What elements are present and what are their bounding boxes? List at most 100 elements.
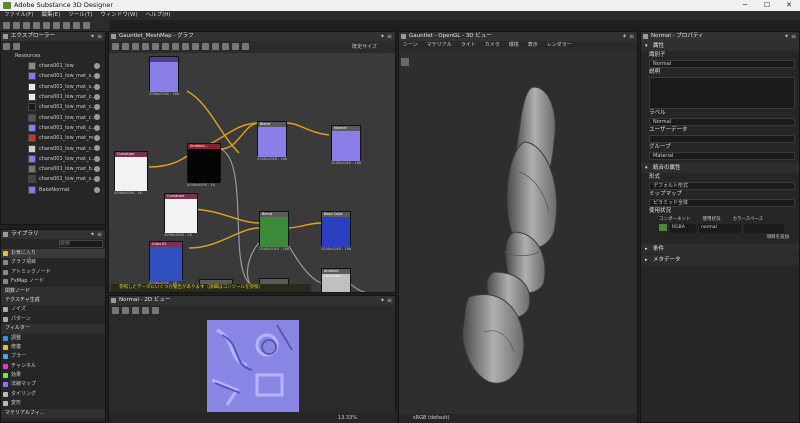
attributes-section[interactable]: ▾ 属性 [641, 41, 799, 51]
tool-icon[interactable] [172, 43, 179, 50]
info-icon[interactable] [94, 155, 100, 162]
info-icon[interactable] [94, 186, 100, 193]
menu-tools[interactable]: ツール(T) [68, 11, 92, 20]
tool-icon[interactable] [202, 43, 209, 50]
explorer-item[interactable]: BakeNormal [1, 185, 105, 195]
library-favorites[interactable]: お気に入り [1, 249, 105, 259]
bundle-section[interactable]: ▾ 統合の属性 [641, 163, 799, 173]
redo-icon[interactable] [83, 22, 90, 29]
library-item[interactable]: 修復 [1, 343, 105, 352]
maximize-button[interactable]: ☐ [756, 0, 778, 11]
info-icon[interactable] [94, 165, 100, 172]
graph-node[interactable]: Blend [257, 121, 287, 157]
tool-icon[interactable] [222, 43, 229, 50]
view3d-tab[interactable]: カメラ [485, 41, 500, 50]
explorer-item[interactable]: chara001_low_mat_c... [1, 92, 105, 102]
label-field[interactable]: Normal [649, 118, 795, 126]
save-icon[interactable] [33, 22, 40, 29]
graph-node[interactable]: Curvature [164, 193, 198, 233]
tool-icon[interactable] [122, 43, 129, 50]
close-button[interactable]: ✕ [778, 0, 800, 11]
library-item[interactable]: グラフ項目 [1, 258, 105, 267]
explorer-item[interactable]: chara001_low_mat_c... [1, 154, 105, 164]
usage-select[interactable]: normal [699, 224, 741, 233]
library-item[interactable]: 法線マップ [1, 380, 105, 389]
view-tool-icon[interactable] [122, 307, 129, 314]
tool-icon[interactable] [152, 43, 159, 50]
info-icon[interactable] [94, 73, 100, 80]
library-item[interactable]: 調整 [1, 334, 105, 343]
graph-node[interactable]: Base Color [321, 211, 351, 247]
minimize-button[interactable]: ─ [734, 0, 756, 11]
new-icon[interactable] [13, 43, 20, 50]
save-all-icon[interactable] [43, 22, 50, 29]
undo-icon[interactable] [73, 22, 80, 29]
view3d-tab[interactable]: ライト [461, 41, 476, 50]
view-tool-icon[interactable] [142, 307, 149, 314]
explorer-item[interactable]: chara001_low_mat_c... [1, 112, 105, 122]
format-select[interactable]: デフォルト形式 [649, 182, 795, 190]
panel-options-icon[interactable]: ✦ ≡ [784, 32, 796, 41]
tool-icon[interactable] [142, 43, 149, 50]
new-graph-icon[interactable] [13, 22, 20, 29]
description-field[interactable] [649, 77, 795, 109]
explorer-item[interactable]: chara001_low_mat_b... [1, 164, 105, 174]
tool-icon[interactable] [192, 43, 199, 50]
metadata-section[interactable]: ▸ メタデータ [641, 255, 799, 265]
info-icon[interactable] [94, 176, 100, 183]
panel-options-icon[interactable]: ✦ ≡ [622, 32, 634, 41]
explorer-item[interactable]: chara001_low_mat_s... [1, 71, 105, 81]
conditions-section[interactable]: ▸ 条件 [641, 244, 799, 254]
view3d-tab[interactable]: マテリアル [427, 41, 452, 50]
panel-options-icon[interactable]: ✦ ≡ [90, 230, 102, 239]
fit-size-button[interactable]: 既定サイズ [352, 43, 377, 50]
info-icon[interactable] [94, 104, 100, 111]
info-icon[interactable] [94, 145, 100, 152]
explorer-item[interactable]: chara001_low [1, 61, 105, 71]
explorer-item[interactable]: chara001_low_mat_s... [1, 174, 105, 184]
library-material-filters[interactable]: マテリアルフィ... [1, 408, 105, 419]
explorer-item[interactable]: chara001_low_mat_c... [1, 143, 105, 153]
info-icon[interactable] [94, 114, 100, 121]
explorer-item[interactable]: chara001_low_mat_c... [1, 102, 105, 112]
library-item[interactable]: ノイズ [1, 305, 105, 314]
tool-icon[interactable] [232, 43, 239, 50]
add-usage-button[interactable]: 項目を追加 [641, 233, 799, 242]
graph-node[interactable]: Color ID [149, 241, 183, 281]
view3d-tab[interactable]: 環境 [509, 41, 519, 50]
graph-node[interactable]: Ambient... [187, 143, 221, 183]
save-icon[interactable] [3, 43, 10, 50]
import-icon[interactable] [63, 22, 70, 29]
new-package-icon[interactable] [3, 22, 10, 29]
menu-edit[interactable]: 編集(E) [41, 11, 60, 20]
info-icon[interactable] [94, 135, 100, 142]
view-tool-icon[interactable] [112, 307, 119, 314]
tool-icon[interactable] [132, 43, 139, 50]
identifier-field[interactable]: Normal [649, 60, 795, 68]
view-tool-icon[interactable] [132, 307, 139, 314]
view3d-tab[interactable]: レンダラー [547, 41, 572, 50]
library-item[interactable]: チャンネル [1, 362, 105, 371]
link-icon[interactable] [53, 22, 60, 29]
tool-icon[interactable] [212, 43, 219, 50]
info-icon[interactable] [94, 124, 100, 131]
view-tool-icon[interactable] [152, 307, 159, 314]
info-icon[interactable] [94, 63, 100, 69]
open-icon[interactable] [23, 22, 30, 29]
graph-node[interactable] [149, 56, 179, 92]
explorer-item[interactable]: chara001_low_mat_s... [1, 82, 105, 92]
zoom-level[interactable]: 13.33% [338, 413, 357, 423]
library-search-input[interactable] [59, 240, 103, 248]
library-item[interactable]: 変形 [1, 399, 105, 408]
tool-icon[interactable] [182, 43, 189, 50]
library-item[interactable]: 効果 [1, 371, 105, 380]
tool-icon[interactable] [242, 43, 249, 50]
menu-file[interactable]: ファイル(F) [4, 11, 33, 20]
panel-options-icon[interactable]: ✦ ≡ [90, 32, 102, 41]
graph-node[interactable]: Ambient Occlusion [321, 268, 351, 292]
view3d-tab[interactable]: シーン [403, 41, 418, 50]
explorer-item[interactable]: chara001_low_mat_c... [1, 123, 105, 133]
tool-icon[interactable] [112, 43, 119, 50]
menu-help[interactable]: ヘルプ(H) [146, 11, 171, 20]
explorer-item[interactable]: chara001_low_mat_m... [1, 133, 105, 143]
